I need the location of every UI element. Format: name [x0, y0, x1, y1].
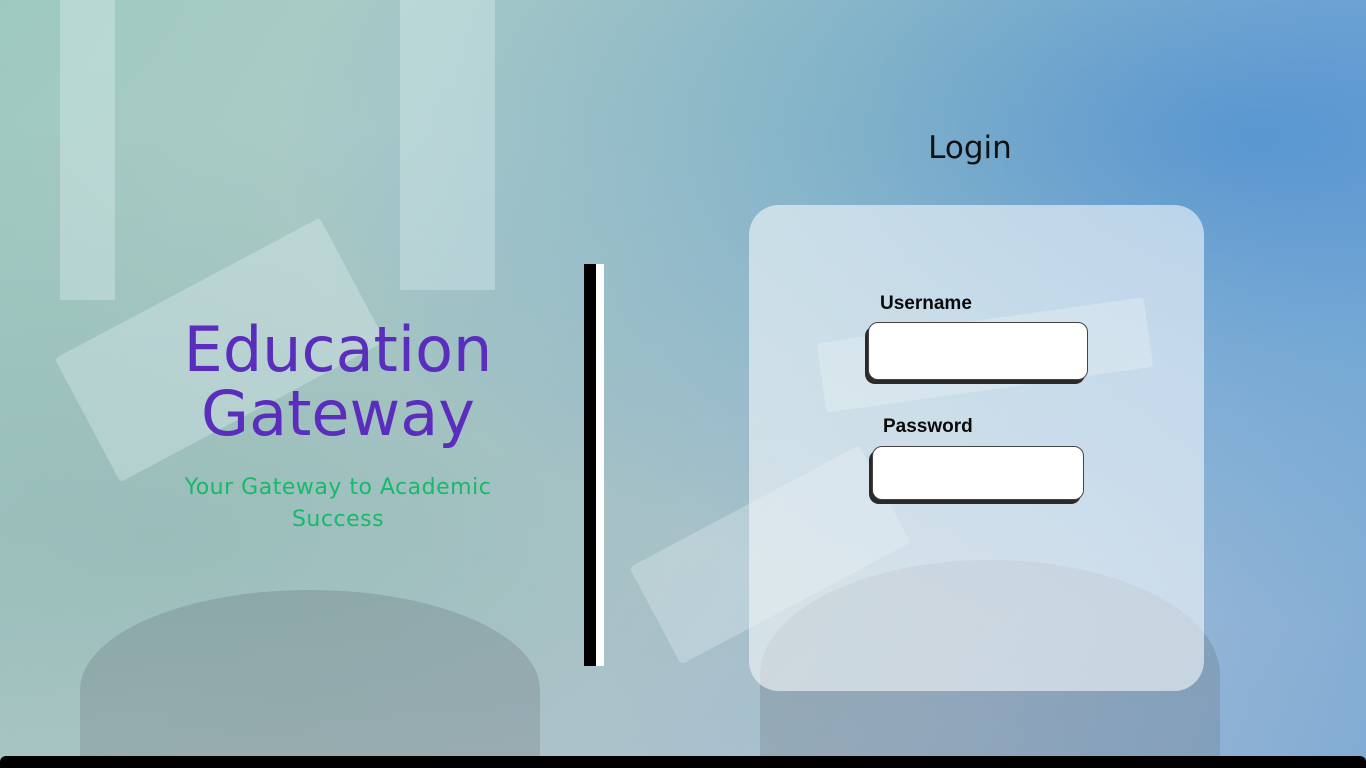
username-input[interactable]	[869, 323, 1087, 379]
vertical-divider	[584, 264, 604, 666]
brand-title-line2: Gateway	[201, 377, 475, 450]
username-label: Username	[880, 293, 972, 314]
bottom-bar	[0, 756, 1366, 768]
login-heading: Login	[928, 130, 1012, 166]
brand-title-line1: Education	[183, 313, 493, 386]
brand-subtitle: Your Gateway to Academic Success	[184, 475, 492, 532]
password-field-box	[872, 446, 1084, 500]
password-input[interactable]	[873, 447, 1083, 499]
password-label: Password	[883, 416, 973, 437]
username-field-box	[868, 322, 1088, 380]
brand-title: Education Gateway	[150, 318, 526, 446]
